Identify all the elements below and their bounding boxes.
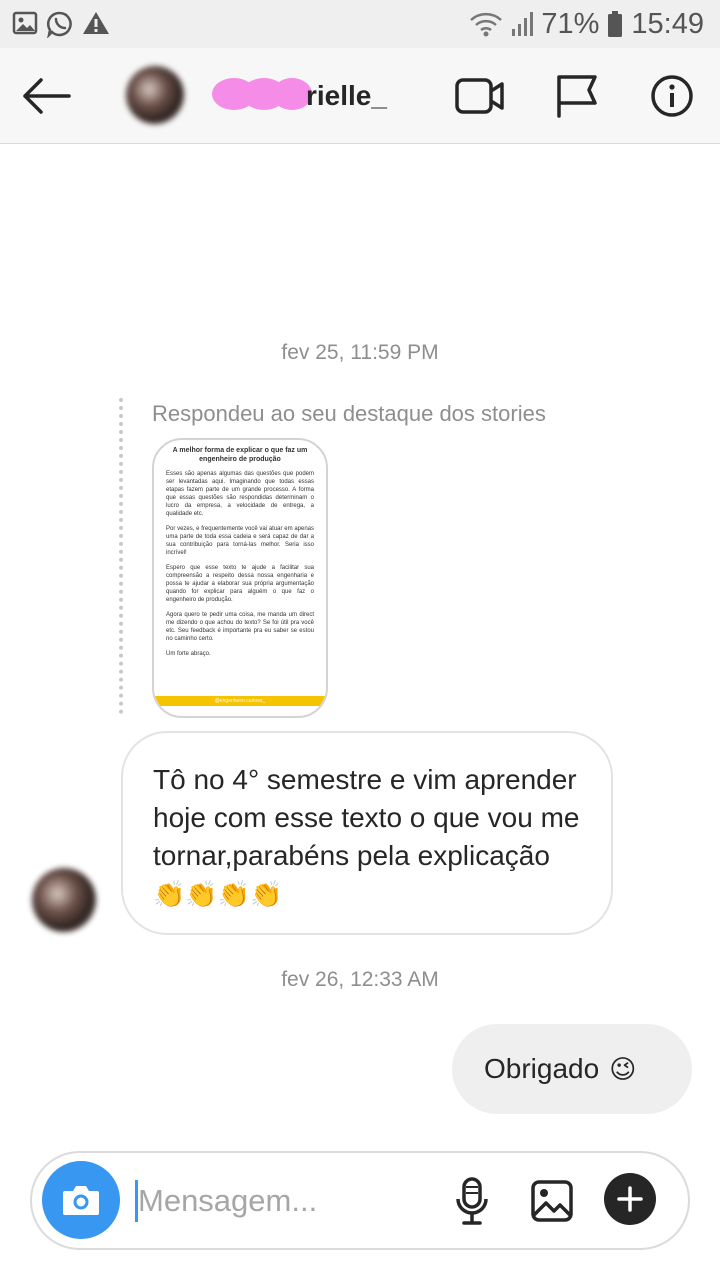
story-paragraph: Um forte abraço. — [166, 651, 211, 657]
video-call-icon — [455, 78, 504, 114]
wifi-icon — [470, 12, 503, 37]
story-paragraph: Espero que esse texto te ajude a facilit… — [166, 565, 314, 603]
name-censor-mark — [212, 74, 312, 114]
warning-icon — [83, 12, 109, 34]
story-title: A melhor forma de explicar o que faz um … — [172, 447, 308, 463]
story-paragraph: Esses são apenas algumas das questões qu… — [166, 471, 314, 517]
flag-icon — [557, 75, 597, 118]
voice-message-button[interactable] — [446, 1175, 498, 1227]
camera-icon — [63, 1186, 99, 1215]
signal-icon — [512, 12, 534, 36]
message-input[interactable] — [138, 1175, 438, 1227]
battery-percent: 71% — [541, 7, 600, 40]
gallery-button[interactable] — [526, 1175, 578, 1227]
contact-username[interactable]: rielle_ — [306, 80, 387, 112]
story-text: A melhor forma de explicar o que faz um … — [154, 440, 326, 658]
story-paragraph: Agora quero te pedir uma coisa, me manda… — [166, 612, 314, 642]
video-call-button[interactable] — [452, 68, 508, 124]
outgoing-message-text: Obrigado — [484, 1053, 600, 1084]
image-icon — [12, 11, 38, 35]
whatsapp-icon — [46, 11, 72, 38]
back-arrow-icon — [23, 78, 71, 114]
microphone-icon — [456, 1177, 488, 1225]
contact-avatar[interactable] — [126, 66, 184, 124]
info-button[interactable] — [644, 68, 700, 124]
story-highlight-thumbnail[interactable]: A melhor forma de explicar o que faz um … — [152, 438, 328, 718]
back-button[interactable] — [18, 68, 74, 124]
gallery-icon — [531, 1180, 573, 1222]
reply-indicator-line — [119, 398, 123, 714]
more-options-button[interactable] — [604, 1173, 656, 1225]
story-paragraph: Por vezes, e frequentemente você vai atu… — [166, 526, 314, 556]
message-composer — [30, 1151, 690, 1250]
info-icon — [651, 75, 693, 117]
timestamp: fev 26, 12:33 AM — [281, 968, 439, 991]
incoming-message-bubble[interactable]: Tô no 4° semestre e vim aprender hoje co… — [121, 731, 613, 935]
clapping-hands-emoji: 👏👏👏👏 — [153, 879, 283, 909]
story-footer-bar: @engenheiro.curioso_ — [154, 696, 326, 706]
battery-icon — [608, 11, 623, 37]
status-bar: 71% 15:49 — [0, 0, 720, 48]
flag-button[interactable] — [548, 68, 604, 124]
clock: 15:49 — [631, 7, 704, 40]
sender-avatar[interactable] — [32, 868, 96, 932]
plus-icon — [617, 1186, 643, 1212]
camera-button[interactable] — [42, 1161, 120, 1239]
wink-emoji: 😉 — [609, 1053, 637, 1084]
incoming-message-text: Tô no 4° semestre e vim aprender hoje co… — [153, 764, 580, 871]
conversation-header: rielle_ — [0, 48, 720, 144]
timestamp: fev 25, 11:59 PM — [281, 341, 439, 364]
outgoing-message-bubble[interactable]: Obrigado 😉 — [452, 1024, 692, 1114]
story-reply-caption: Respondeu ao seu destaque dos stories — [152, 401, 546, 426]
